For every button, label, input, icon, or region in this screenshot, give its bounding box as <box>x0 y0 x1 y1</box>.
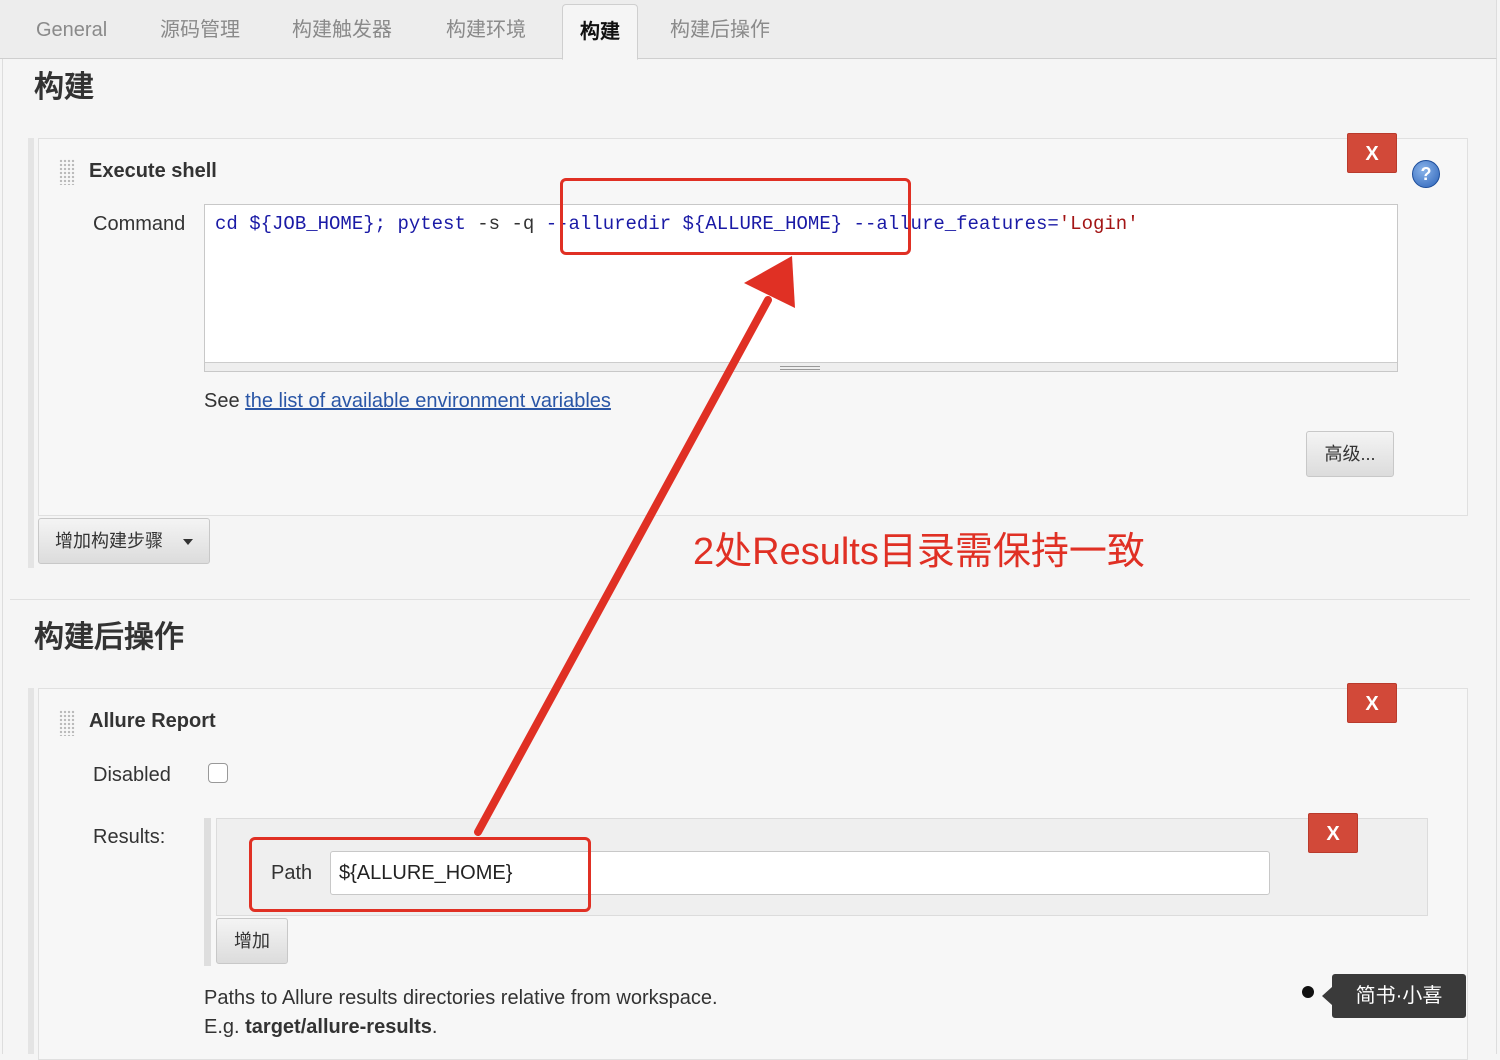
watermark-badge: 简书·小喜 <box>1322 974 1466 1018</box>
annotation-text: 2处Results目录需保持一致 <box>693 531 1145 573</box>
bullet-dot <box>1302 986 1314 998</box>
